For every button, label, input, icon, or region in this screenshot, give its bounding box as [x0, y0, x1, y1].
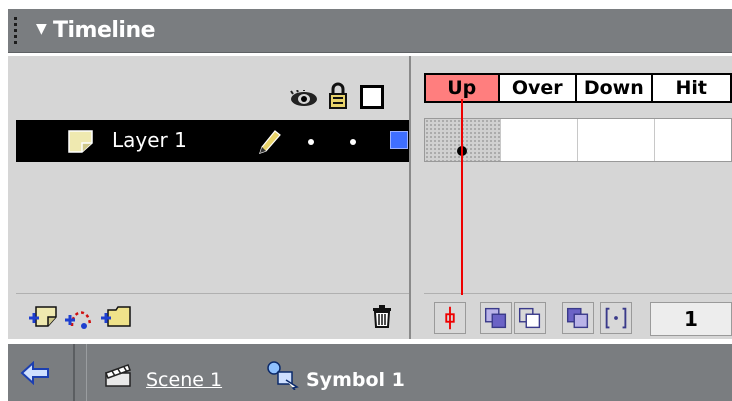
frame-label-over[interactable]: Over: [500, 75, 578, 101]
layer-row[interactable]: Layer 1: [16, 120, 409, 162]
pencil-icon: [259, 130, 281, 154]
insert-layer-icon[interactable]: [28, 302, 58, 330]
playhead[interactable]: [461, 99, 463, 295]
layers-pane: Layer 1: [8, 56, 411, 339]
outline-color-swatch[interactable]: [390, 131, 408, 149]
outline-icon[interactable]: [360, 85, 384, 109]
frame-cell-down[interactable]: [578, 119, 655, 161]
add-motion-guide-icon[interactable]: [64, 302, 94, 330]
edit-bar: Scene 1 Symbol 1: [8, 344, 732, 401]
back-arrow-icon[interactable]: [20, 361, 50, 385]
frame-cell-up[interactable]: [425, 119, 501, 161]
center-frame-icon[interactable]: [434, 302, 466, 334]
trash-icon[interactable]: [371, 304, 393, 328]
panel-grip-icon[interactable]: [13, 17, 19, 47]
layer-name[interactable]: Layer 1: [112, 128, 187, 152]
collapse-arrow-icon[interactable]: ▼: [36, 21, 47, 37]
frame-label-up[interactable]: Up: [426, 75, 500, 101]
frame-cell-hit[interactable]: [655, 119, 731, 161]
eye-icon[interactable]: [290, 90, 318, 108]
visibility-dot[interactable]: [308, 139, 314, 145]
scene-icon: [105, 364, 131, 387]
frame-label-hit[interactable]: Hit: [653, 75, 730, 101]
modify-onion-markers-icon[interactable]: [600, 302, 632, 334]
frame-header: Up Over Down Hit: [424, 73, 732, 103]
symbol-link[interactable]: Symbol 1: [306, 369, 405, 391]
frames-footer: 1: [424, 293, 732, 339]
breadcrumb-separator: [73, 344, 87, 401]
scene-link[interactable]: Scene 1: [146, 369, 222, 391]
symbol-icon: [267, 361, 299, 390]
onion-skin-outlines-icon[interactable]: [514, 302, 546, 334]
current-frame-field: 1: [650, 302, 732, 336]
frame-cell-over[interactable]: [501, 119, 578, 161]
onion-skin-icon[interactable]: [480, 302, 512, 334]
insert-layer-folder-icon[interactable]: [100, 302, 132, 330]
lock-dot[interactable]: [350, 139, 356, 145]
timeline-titlebar[interactable]: ▼ Timeline: [8, 9, 732, 53]
frame-label-down[interactable]: Down: [577, 75, 653, 101]
frame-row: [424, 118, 732, 162]
layers-header: [8, 70, 411, 120]
panel-title: Timeline: [53, 18, 156, 43]
frames-pane: Up Over Down Hit 1: [418, 56, 732, 339]
layer-icon: [68, 130, 93, 153]
lock-icon[interactable]: [328, 82, 348, 110]
layers-footer: [16, 293, 409, 339]
edit-multiple-frames-icon[interactable]: [562, 302, 594, 334]
